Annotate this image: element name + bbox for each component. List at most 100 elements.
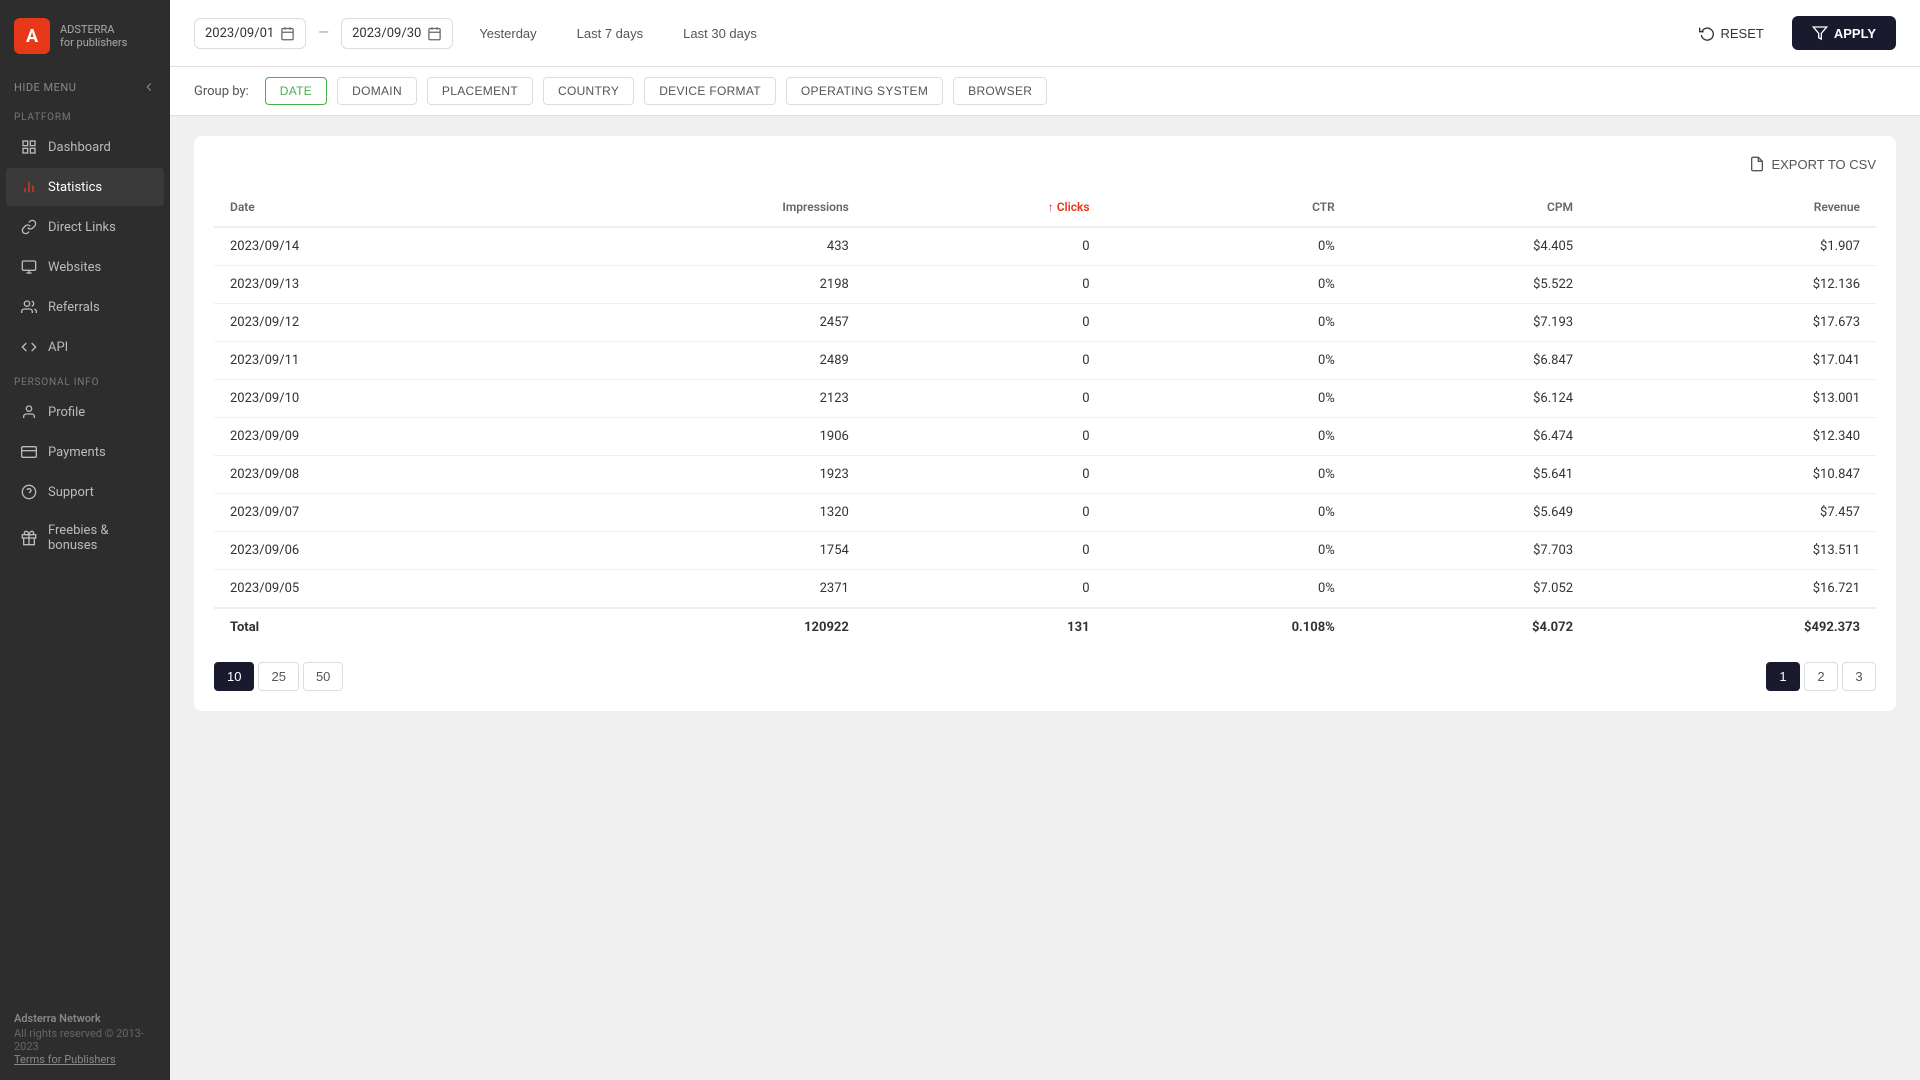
- date-to-input[interactable]: 2023/09/30: [341, 18, 453, 49]
- page-2-button[interactable]: 2: [1804, 662, 1838, 691]
- table-row: 2023/09/08 1923 0 0% $5.641 $10.847: [214, 456, 1876, 494]
- groupby-os-button[interactable]: OPERATING SYSTEM: [786, 77, 943, 105]
- hide-menu-button[interactable]: HIDE MENU: [0, 72, 170, 102]
- cell-revenue-4: $13.001: [1589, 380, 1876, 418]
- cell-impressions-7: 1320: [544, 494, 865, 532]
- cell-ctr-3: 0%: [1106, 342, 1351, 380]
- export-label: EXPORT TO CSV: [1771, 157, 1876, 172]
- table-row: 2023/09/13 2198 0 0% $5.522 $12.136: [214, 266, 1876, 304]
- page-3-button[interactable]: 3: [1842, 662, 1876, 691]
- col-date[interactable]: Date: [214, 188, 544, 227]
- cell-impressions-1: 2198: [544, 266, 865, 304]
- gift-icon: [20, 529, 38, 547]
- col-revenue[interactable]: Revenue: [1589, 188, 1876, 227]
- col-clicks[interactable]: ↑ Clicks: [865, 188, 1106, 227]
- sidebar-item-profile[interactable]: Profile: [6, 393, 164, 431]
- footer-title: Adsterra Network: [14, 1012, 156, 1025]
- table-row: 2023/09/14 433 0 0% $4.405 $1.907: [214, 227, 1876, 266]
- col-ctr[interactable]: CTR: [1106, 188, 1351, 227]
- cell-revenue-2: $17.673: [1589, 304, 1876, 342]
- logo-name: ADSTERRA: [60, 23, 127, 36]
- page-size-50[interactable]: 50: [303, 662, 343, 691]
- groupby-device-format-button[interactable]: DEVICE FORMAT: [644, 77, 776, 105]
- cell-ctr-8: 0%: [1106, 532, 1351, 570]
- sidebar-item-websites-label: Websites: [48, 260, 101, 275]
- sidebar-item-direct-links[interactable]: Direct Links: [6, 208, 164, 246]
- cell-impressions-3: 2489: [544, 342, 865, 380]
- reset-icon: [1699, 25, 1715, 41]
- groupby-placement-button[interactable]: PLACEMENT: [427, 77, 533, 105]
- chart-icon: [20, 178, 38, 196]
- sidebar-item-support[interactable]: Support: [6, 473, 164, 511]
- sidebar-item-support-label: Support: [48, 485, 94, 500]
- date-from-input[interactable]: 2023/09/01: [194, 18, 306, 49]
- cell-ctr-2: 0%: [1106, 304, 1351, 342]
- cell-date-7: 2023/09/07: [214, 494, 544, 532]
- sidebar-item-freebies[interactable]: Freebies & bonuses: [6, 513, 164, 563]
- page-1-button[interactable]: 1: [1766, 662, 1800, 691]
- col-impressions[interactable]: Impressions: [544, 188, 865, 227]
- reset-button[interactable]: RESET: [1683, 17, 1780, 49]
- groupby-country-button[interactable]: COUNTRY: [543, 77, 634, 105]
- page-size-controls: 10 25 50: [214, 662, 343, 691]
- apply-button[interactable]: APPLY: [1792, 16, 1896, 50]
- sidebar-item-websites[interactable]: Websites: [6, 248, 164, 286]
- calendar-from-icon: [280, 26, 295, 41]
- cell-date-5: 2023/09/09: [214, 418, 544, 456]
- date-to-value: 2023/09/30: [352, 26, 421, 41]
- sidebar-item-dashboard[interactable]: Dashboard: [6, 128, 164, 166]
- sidebar-item-api[interactable]: API: [6, 328, 164, 366]
- cell-cpm-0: $4.405: [1351, 227, 1589, 266]
- table-row: 2023/09/05 2371 0 0% $7.052 $16.721: [214, 570, 1876, 609]
- arrow-left-icon: [142, 80, 156, 94]
- sidebar-item-referrals-label: Referrals: [48, 300, 100, 315]
- cell-impressions-0: 433: [544, 227, 865, 266]
- groupby-date-button[interactable]: DATE: [265, 77, 327, 105]
- yesterday-button[interactable]: Yesterday: [465, 19, 550, 48]
- filter-icon: [1812, 25, 1828, 41]
- last-30-days-button[interactable]: Last 30 days: [669, 19, 771, 48]
- groupby-label: Group by:: [194, 84, 249, 99]
- table-row: 2023/09/12 2457 0 0% $7.193 $17.673: [214, 304, 1876, 342]
- cell-cpm-8: $7.703: [1351, 532, 1589, 570]
- cell-cpm-2: $7.193: [1351, 304, 1589, 342]
- apply-label: APPLY: [1834, 26, 1876, 41]
- cell-date-8: 2023/09/06: [214, 532, 544, 570]
- col-cpm[interactable]: CPM: [1351, 188, 1589, 227]
- cell-ctr-4: 0%: [1106, 380, 1351, 418]
- hide-menu-label: HIDE MENU: [14, 81, 76, 94]
- table-row: 2023/09/06 1754 0 0% $7.703 $13.511: [214, 532, 1876, 570]
- sidebar-item-freebies-label: Freebies & bonuses: [48, 523, 150, 553]
- content-area: EXPORT TO CSV Date Impressions ↑ Clicks …: [170, 116, 1920, 1080]
- cell-impressions-2: 2457: [544, 304, 865, 342]
- date-from-value: 2023/09/01: [205, 26, 274, 41]
- sidebar-item-statistics-label: Statistics: [48, 180, 102, 195]
- sidebar-item-dashboard-label: Dashboard: [48, 140, 111, 155]
- calendar-to-icon: [427, 26, 442, 41]
- monitor-icon: [20, 258, 38, 276]
- cell-cpm-3: $6.847: [1351, 342, 1589, 380]
- groupby-domain-button[interactable]: DOMAIN: [337, 77, 417, 105]
- page-size-25[interactable]: 25: [258, 662, 298, 691]
- cell-date-4: 2023/09/10: [214, 380, 544, 418]
- cell-cpm-6: $5.641: [1351, 456, 1589, 494]
- footer-terms-link[interactable]: Terms for Publishers: [14, 1053, 116, 1066]
- table-actions: EXPORT TO CSV: [214, 156, 1876, 172]
- cell-clicks-3: 0: [865, 342, 1106, 380]
- cell-clicks-5: 0: [865, 418, 1106, 456]
- sidebar-item-referrals[interactable]: Referrals: [6, 288, 164, 326]
- sidebar-item-statistics[interactable]: Statistics: [6, 168, 164, 206]
- table-row: 2023/09/11 2489 0 0% $6.847 $17.041: [214, 342, 1876, 380]
- cell-revenue-5: $12.340: [1589, 418, 1876, 456]
- last-7-days-button[interactable]: Last 7 days: [563, 19, 658, 48]
- cell-date-0: 2023/09/14: [214, 227, 544, 266]
- cell-cpm-9: $7.052: [1351, 570, 1589, 609]
- cell-impressions-5: 1906: [544, 418, 865, 456]
- groupby-browser-button[interactable]: BROWSER: [953, 77, 1047, 105]
- users-icon: [20, 298, 38, 316]
- date-separator: —: [318, 25, 329, 41]
- sidebar-item-payments[interactable]: Payments: [6, 433, 164, 471]
- page-size-10[interactable]: 10: [214, 662, 254, 691]
- export-csv-button[interactable]: EXPORT TO CSV: [1749, 156, 1876, 172]
- groupby-bar: Group by: DATE DOMAIN PLACEMENT COUNTRY …: [170, 67, 1920, 116]
